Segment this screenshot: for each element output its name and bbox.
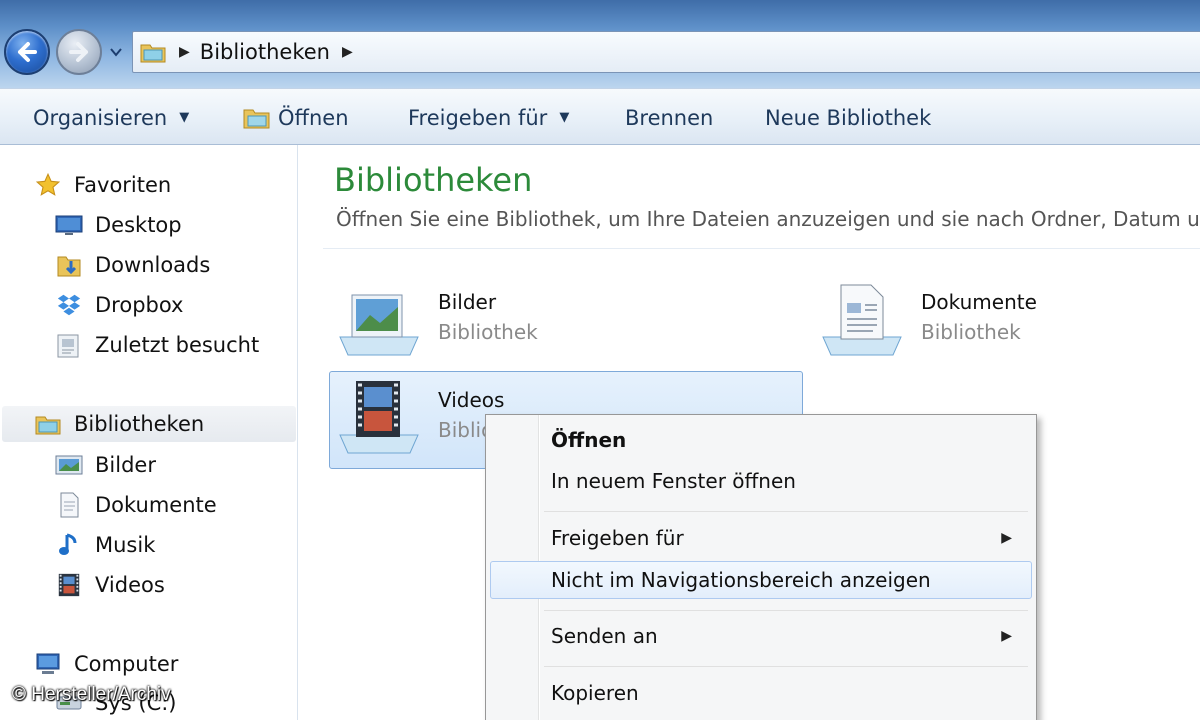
sidebar-item-label: Desktop (95, 213, 182, 237)
menu-item-label: Freigeben für (551, 526, 684, 550)
sidebar-item-pictures[interactable]: Bilder (55, 447, 156, 483)
library-tile-documents[interactable]: Dokumente Bibliothek (813, 273, 1200, 371)
sidebar-item-music[interactable]: Musik (55, 527, 155, 563)
window-titlebar: ▶ Bibliotheken ▶ (0, 0, 1200, 88)
new-library-label: Neue Bibliothek (765, 105, 932, 130)
menu-item-share-with[interactable]: Freigeben für ▶ (490, 519, 1032, 557)
menu-item-open[interactable]: Öffnen (490, 421, 1032, 459)
recent-pages-chevron-icon[interactable] (108, 45, 124, 59)
sidebar-item-label: Dropbox (95, 293, 184, 317)
submenu-arrow-icon: ▶ (1001, 628, 1012, 644)
header-divider (323, 248, 1200, 249)
menu-separator (544, 666, 1028, 667)
address-bar[interactable]: ▶ Bibliotheken ▶ (132, 31, 1200, 73)
sidebar-libraries[interactable]: Bibliotheken (2, 406, 296, 442)
film-strip-icon (55, 571, 83, 599)
star-icon (34, 171, 62, 199)
sidebar-favorites[interactable]: Favoriten (34, 167, 171, 203)
chevron-down-icon: ▼ (179, 110, 190, 125)
menu-item-hide-from-navigation[interactable]: Nicht im Navigationsbereich anzeigen (490, 561, 1032, 599)
menu-item-open-new-window[interactable]: In neuem Fenster öffnen (490, 462, 1032, 500)
organize-button[interactable]: Organisieren ▼ (33, 89, 189, 146)
forward-button[interactable] (56, 29, 102, 75)
back-button[interactable] (4, 29, 50, 75)
chevron-down-icon: ▼ (559, 110, 570, 125)
library-type: Bibliothek (921, 320, 1021, 344)
menu-item-label: Kopieren (551, 681, 639, 705)
library-type: Bibliothek (438, 320, 538, 344)
sidebar-favorites-label: Favoriten (74, 173, 172, 197)
arrow-left-icon (18, 42, 37, 62)
music-note-icon (55, 531, 83, 559)
sidebar-item-desktop[interactable]: Desktop (55, 207, 182, 243)
breadcrumb-chevron-icon[interactable]: ▶ (342, 44, 353, 60)
menu-item-label: In neuem Fenster öffnen (551, 469, 796, 493)
sidebar-item-label: Bilder (95, 453, 156, 477)
sidebar-libraries-label: Bibliotheken (74, 412, 205, 436)
sidebar-computer[interactable]: Computer (34, 646, 178, 682)
breadcrumb-bibliotheken[interactable]: Bibliotheken (200, 40, 330, 64)
sidebar-item-label: Downloads (95, 253, 211, 277)
sidebar-computer-label: Computer (74, 652, 179, 676)
documents-library-icon (822, 284, 902, 356)
page-title: Bibliotheken (334, 161, 533, 199)
sidebar-item-label: Dokumente (95, 493, 217, 517)
dropbox-icon (55, 291, 83, 319)
pictures-icon (55, 451, 83, 479)
sidebar-item-label: Videos (95, 573, 165, 597)
libraries-folder-icon (140, 44, 166, 63)
menu-item-label: Senden an (551, 624, 658, 648)
command-bar: Organisieren ▼ Öffnen Freigeben für ▼ Br… (0, 88, 1200, 145)
sidebar-item-dropbox[interactable]: Dropbox (55, 287, 183, 323)
organize-label: Organisieren (33, 105, 168, 130)
arrow-right-icon (69, 42, 88, 62)
sidebar-item-recent[interactable]: Zuletzt besucht (55, 327, 259, 363)
sidebar-item-label: Musik (95, 533, 156, 557)
menu-item-label: Öffnen (551, 428, 627, 452)
navigation-pane: Favoriten Desktop Downloads Dropbox Zule… (0, 145, 298, 720)
sidebar-item-downloads[interactable]: Downloads (55, 247, 210, 283)
sidebar-item-videos[interactable]: Videos (55, 567, 165, 603)
videos-library-icon (339, 381, 419, 454)
menu-item-label: Nicht im Navigationsbereich anzeigen (551, 568, 931, 592)
open-folder-icon (243, 109, 270, 128)
new-library-button[interactable]: Neue Bibliothek (765, 89, 931, 146)
sidebar-item-label: Zuletzt besucht (95, 333, 260, 357)
recent-places-icon (55, 331, 83, 359)
open-button[interactable]: Öffnen (242, 89, 349, 146)
page-description: Öffnen Sie eine Bibliothek, um Ihre Date… (336, 207, 1200, 231)
menu-separator (544, 511, 1028, 512)
library-name: Dokumente (921, 290, 1037, 314)
library-name: Bilder (438, 290, 497, 314)
computer-icon (34, 650, 62, 678)
context-menu: Öffnen In neuem Fenster öffnen Freigeben… (485, 414, 1037, 720)
copyright-watermark: © Hersteller/Archiv (12, 684, 171, 705)
submenu-arrow-icon: ▶ (1001, 530, 1012, 546)
libraries-icon (34, 410, 62, 438)
pictures-library-icon (339, 294, 419, 356)
menu-item-copy[interactable]: Kopieren (490, 674, 1032, 712)
library-tile-pictures[interactable]: Bilder Bibliothek (330, 273, 804, 371)
share-with-button[interactable]: Freigeben für ▼ (408, 89, 569, 146)
burn-label: Brennen (625, 105, 714, 130)
share-with-label: Freigeben für (408, 105, 548, 130)
library-name: Videos (438, 388, 505, 412)
burn-button[interactable]: Brennen (625, 89, 713, 146)
downloads-icon (55, 251, 83, 279)
sidebar-item-documents[interactable]: Dokumente (55, 487, 217, 523)
menu-separator (544, 610, 1028, 611)
documents-icon (55, 491, 83, 519)
desktop-icon (55, 211, 83, 239)
open-label: Öffnen (278, 105, 349, 130)
breadcrumb-separator-icon[interactable]: ▶ (179, 44, 190, 60)
menu-item-send-to[interactable]: Senden an ▶ (490, 617, 1032, 655)
